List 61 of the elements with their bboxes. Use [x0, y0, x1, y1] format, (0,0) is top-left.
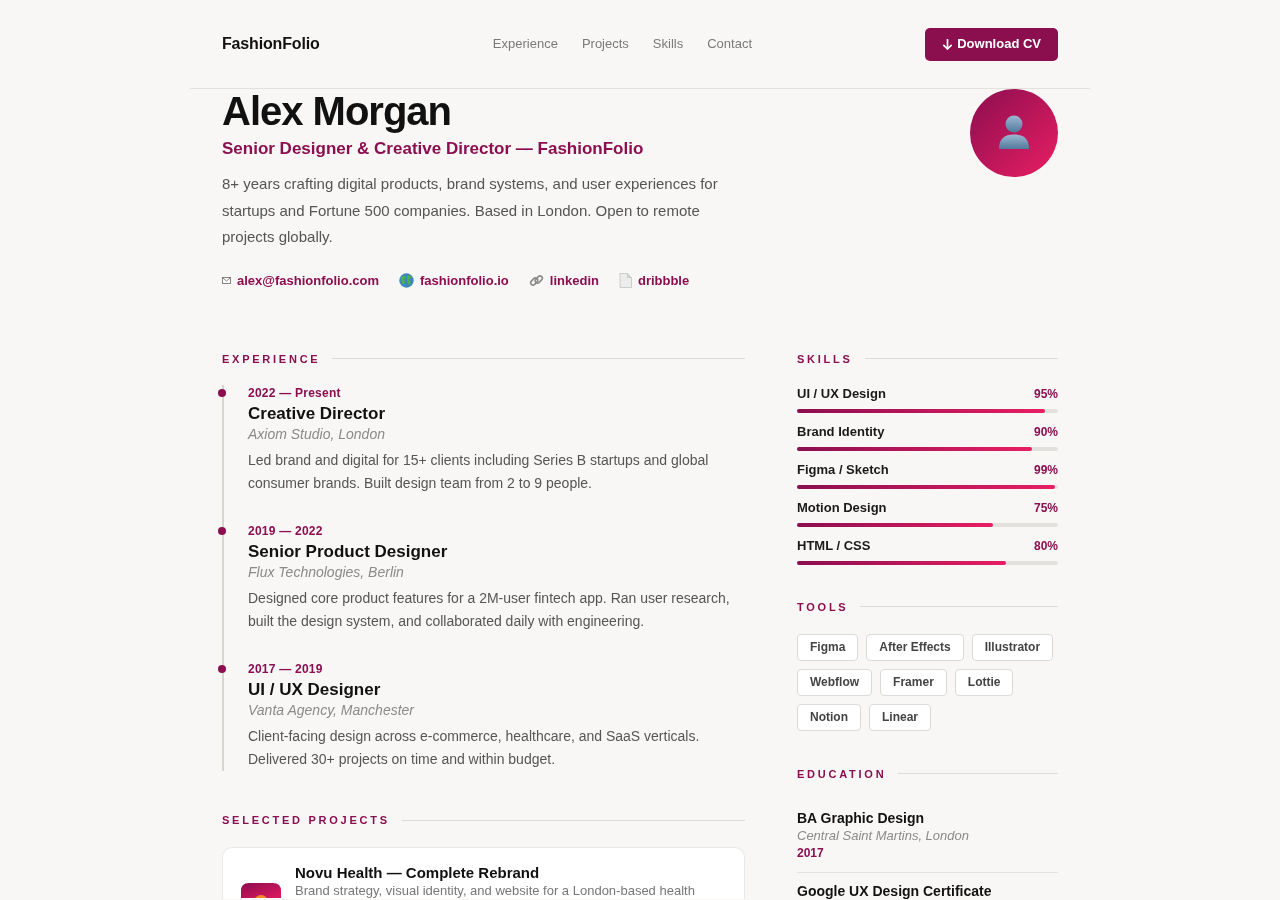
- tool-tag: Illustrator: [971, 633, 1054, 661]
- section-heading: EDUCATION: [797, 766, 887, 782]
- profile-link[interactable]: fashionfolio.io: [399, 270, 509, 291]
- profile-link[interactable]: alex@fashionfolio.com: [222, 270, 379, 291]
- job-company: Vanta Agency, Manchester: [248, 700, 416, 719]
- skill-name: Brand Identity: [797, 422, 885, 441]
- section-heading: SELECTED PROJECTS: [222, 813, 390, 828]
- nav-link[interactable]: Skills: [652, 34, 684, 54]
- skill-percent: 90%: [1033, 423, 1058, 441]
- skill-name: UI / UX Design: [797, 384, 886, 403]
- education-year: 2017: [797, 844, 825, 861]
- skill-percent: 80%: [1033, 537, 1058, 555]
- tool-tag: After Effects: [866, 633, 964, 661]
- job-dates: 2019 — 2022: [248, 522, 324, 539]
- document-icon: [618, 273, 632, 288]
- skill-percent: 75%: [1033, 499, 1058, 517]
- skill-name: Figma / Sketch: [797, 460, 889, 479]
- envelope-icon: [222, 277, 231, 284]
- job-company: Axiom Studio, London: [248, 424, 386, 443]
- profile-link[interactable]: dribbble: [618, 270, 690, 291]
- nav-link[interactable]: Projects: [581, 34, 629, 54]
- section-heading: SKILLS: [797, 351, 853, 367]
- job-dates: 2017 — 2019: [248, 660, 324, 677]
- tool-tag: Webflow: [797, 668, 873, 696]
- site-logo[interactable]: FashionFolio: [222, 32, 320, 56]
- section-heading: EXPERIENCE: [222, 351, 321, 367]
- tool-tag: Linear: [869, 703, 931, 731]
- skill-percent: 99%: [1033, 461, 1058, 479]
- globe-icon: [399, 273, 414, 288]
- job-description: Client-facing design across e-commerce, healthcare, and SaaS verticals. Delivered 30+ projects on time and within budget.: [248, 727, 701, 769]
- tool-tag: Notion: [797, 703, 861, 731]
- project-title: Novu Health — Complete Rebrand: [295, 864, 541, 882]
- link-icon: [528, 273, 544, 288]
- job-title: Senior Product Designer: [248, 540, 449, 563]
- tool-tag: Figma: [797, 633, 859, 661]
- tool-tag: Framer: [880, 668, 947, 696]
- job-company: Flux Technologies, Berlin: [248, 562, 405, 581]
- profile-name: Alex Morgan: [222, 89, 453, 133]
- education-title: BA Graphic Design: [797, 808, 926, 828]
- job-title: UI / UX Designer: [248, 678, 382, 701]
- job-description: Designed core product features for a 2M-user fintech app. Ran user research, built the design system, and collaborated daily with engineering.: [248, 589, 731, 631]
- skill-percent: 95%: [1033, 385, 1058, 403]
- tool-tag: Lottie: [954, 668, 1014, 696]
- profile-bio: 8+ years crafting digital products, brand systems, and user experiences for startups and Fortune 500 companies. Based in London. Open to remote projects globally.: [222, 174, 719, 247]
- download-cv-button[interactable]: Download CV: [925, 27, 1058, 61]
- section-heading: TOOLS: [797, 599, 849, 615]
- education-title: Google UX Design Certificate: [797, 882, 993, 899]
- job-description: Led brand and digital for 15+ clients including Series B startups and global consumer brands. Built design team from 2 to 9 people.: [248, 451, 710, 493]
- nav-link[interactable]: Contact: [707, 34, 752, 54]
- skill-name: HTML / CSS: [797, 536, 871, 555]
- profile-headline: Senior Designer & Creative Director — FashionFolio: [222, 138, 645, 160]
- project-description: Brand strategy, visual identity, and website for a London-based health: [295, 883, 695, 899]
- project-tile-icon: [241, 883, 281, 898]
- education-institution: Central Saint Martins, London: [797, 827, 970, 844]
- nav-link[interactable]: Experience: [492, 34, 558, 54]
- job-dates: 2022 — Present: [248, 384, 342, 401]
- avatar-icon: [970, 89, 1058, 177]
- arrow-down-icon: [943, 38, 953, 50]
- skill-name: Motion Design: [797, 498, 887, 517]
- profile-link[interactable]: linkedin: [528, 270, 599, 291]
- job-title: Creative Director: [248, 402, 386, 425]
